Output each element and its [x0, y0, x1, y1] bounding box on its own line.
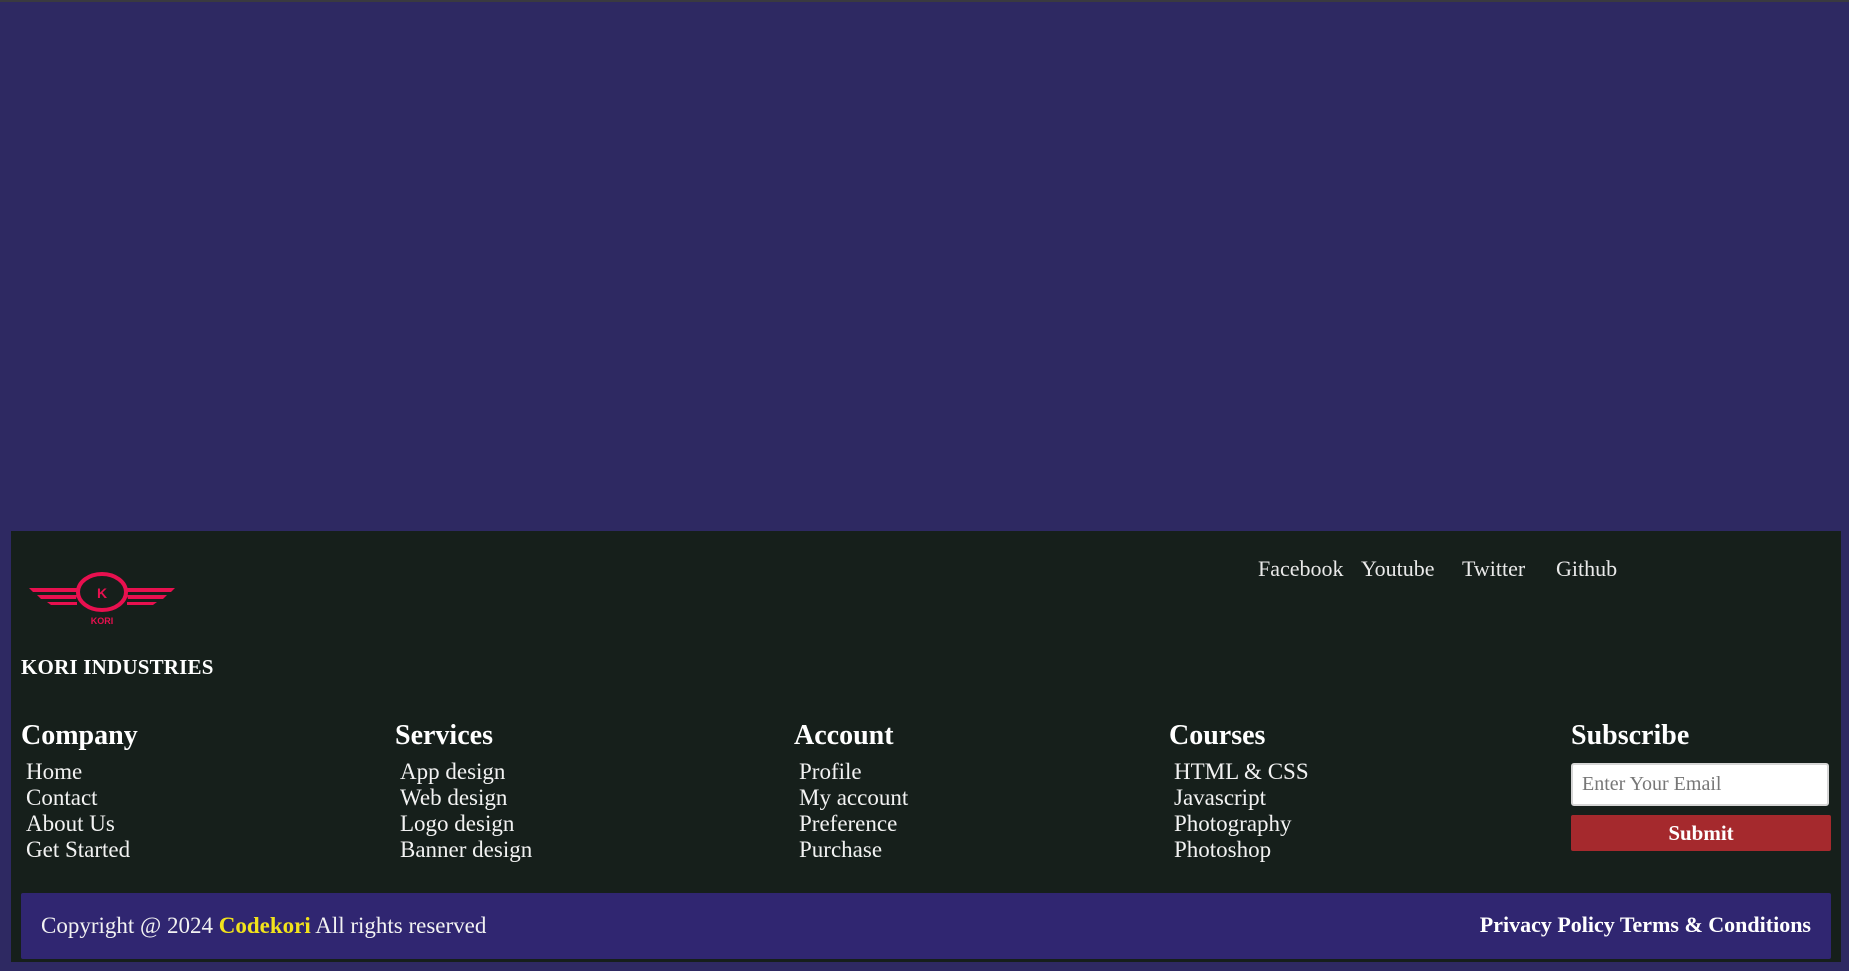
link-purchase[interactable]: Purchase	[799, 837, 908, 863]
courses-column: Courses HTML & CSS Javascript Photograph…	[1169, 719, 1309, 863]
social-link-youtube[interactable]: Youtube	[1361, 556, 1435, 582]
column-heading-company: Company	[21, 720, 138, 751]
column-heading-services: Services	[395, 720, 493, 751]
top-border	[0, 0, 1849, 2]
link-app-design[interactable]: App design	[400, 759, 532, 785]
link-contact[interactable]: Contact	[26, 785, 138, 811]
company-links: Home Contact About Us Get Started	[26, 759, 138, 863]
company-column: Company Home Contact About Us Get Starte…	[21, 719, 138, 863]
svg-text:K: K	[97, 585, 107, 601]
social-link-twitter[interactable]: Twitter	[1462, 556, 1525, 582]
social-link-facebook[interactable]: Facebook	[1258, 556, 1344, 582]
link-preference[interactable]: Preference	[799, 811, 908, 837]
kori-logo-icon: K KORI	[29, 572, 175, 626]
column-heading-subscribe: Subscribe	[1571, 720, 1690, 751]
link-get-started[interactable]: Get Started	[26, 837, 138, 863]
copyright-text: Copyright @ 2024 Codekori All rights res…	[41, 913, 486, 939]
link-banner-design[interactable]: Banner design	[400, 837, 532, 863]
svg-text:KORI: KORI	[91, 616, 114, 626]
link-logo-design[interactable]: Logo design	[400, 811, 532, 837]
link-my-account[interactable]: My account	[799, 785, 908, 811]
link-web-design[interactable]: Web design	[400, 785, 532, 811]
copyright-bar: Copyright @ 2024 Codekori All rights res…	[21, 893, 1831, 959]
submit-button[interactable]: Submit	[1571, 815, 1831, 851]
copyright-brand[interactable]: Codekori	[219, 913, 311, 938]
email-input[interactable]	[1571, 763, 1829, 806]
account-links: Profile My account Preference Purchase	[799, 759, 908, 863]
services-links: App design Web design Logo design Banner…	[400, 759, 532, 863]
link-profile[interactable]: Profile	[799, 759, 908, 785]
link-html-css[interactable]: HTML & CSS	[1174, 759, 1309, 785]
copyright-suffix: All rights reserved	[315, 913, 487, 938]
column-heading-courses: Courses	[1169, 720, 1266, 751]
site-footer: K KORI KORI INDUSTRIES Facebook Youtube …	[11, 531, 1841, 962]
link-photoshop[interactable]: Photoshop	[1174, 837, 1309, 863]
account-column: Account Profile My account Preference Pu…	[794, 719, 908, 863]
courses-links: HTML & CSS Javascript Photography Photos…	[1174, 759, 1309, 863]
kori-logo[interactable]: K KORI	[29, 566, 175, 630]
link-javascript[interactable]: Javascript	[1174, 785, 1309, 811]
privacy-policy-link[interactable]: Privacy Policy	[1480, 912, 1615, 937]
legal-links: Privacy Policy Terms & Conditions	[1480, 912, 1811, 938]
terms-conditions-link[interactable]: Terms & Conditions	[1620, 912, 1811, 937]
subscribe-column: Subscribe Submit	[1571, 719, 1833, 859]
link-home[interactable]: Home	[26, 759, 138, 785]
services-column: Services App design Web design Logo desi…	[395, 719, 532, 863]
link-about-us[interactable]: About Us	[26, 811, 138, 837]
column-heading-account: Account	[794, 720, 894, 751]
copyright-prefix: Copyright @ 2024	[41, 913, 213, 938]
brand-name: KORI INDUSTRIES	[21, 655, 214, 679]
social-link-github[interactable]: Github	[1556, 556, 1617, 582]
link-photography[interactable]: Photography	[1174, 811, 1309, 837]
